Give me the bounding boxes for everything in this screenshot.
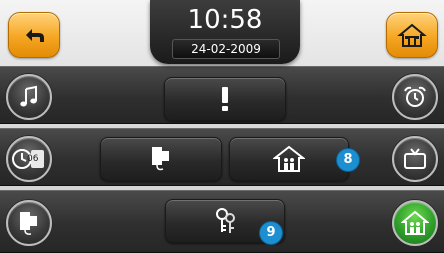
- intercom-button[interactable]: [6, 200, 52, 246]
- intercom-icon: [20, 212, 37, 235]
- back-arrow-icon: [26, 29, 44, 42]
- home-button[interactable]: [386, 12, 438, 58]
- music-button[interactable]: [6, 74, 52, 120]
- family-count-badge: 8: [336, 148, 360, 172]
- alarm-clock-icon: [404, 86, 426, 107]
- clock-date: 24-02-2009: [172, 39, 280, 59]
- tv-button[interactable]: [392, 136, 438, 182]
- tv-icon: [404, 148, 426, 169]
- intercom-icon: [152, 147, 169, 171]
- green-home-people-icon: [401, 210, 429, 235]
- clock-display: 10:58 24-02-2009: [150, 0, 300, 64]
- exclamation-icon: [222, 87, 228, 111]
- alert-button[interactable]: [164, 77, 286, 121]
- keys-count-badge: 9: [259, 221, 283, 245]
- alarm-button[interactable]: [392, 74, 438, 120]
- back-button[interactable]: [8, 12, 60, 58]
- music-note-icon: [20, 85, 37, 107]
- family-home-icon: [273, 145, 305, 172]
- green-home-button[interactable]: [392, 200, 438, 246]
- row-band-2: [0, 128, 444, 186]
- home-icon: [397, 23, 427, 47]
- intercom-panel-button[interactable]: [100, 137, 222, 181]
- family-home-button[interactable]: [229, 137, 349, 181]
- home-control-panel: 10:58 24-02-2009 06 8 9: [0, 0, 444, 253]
- keys-icon: [216, 208, 235, 233]
- clock-time: 10:58: [187, 5, 263, 35]
- calendar-day-label: 06: [27, 154, 39, 164]
